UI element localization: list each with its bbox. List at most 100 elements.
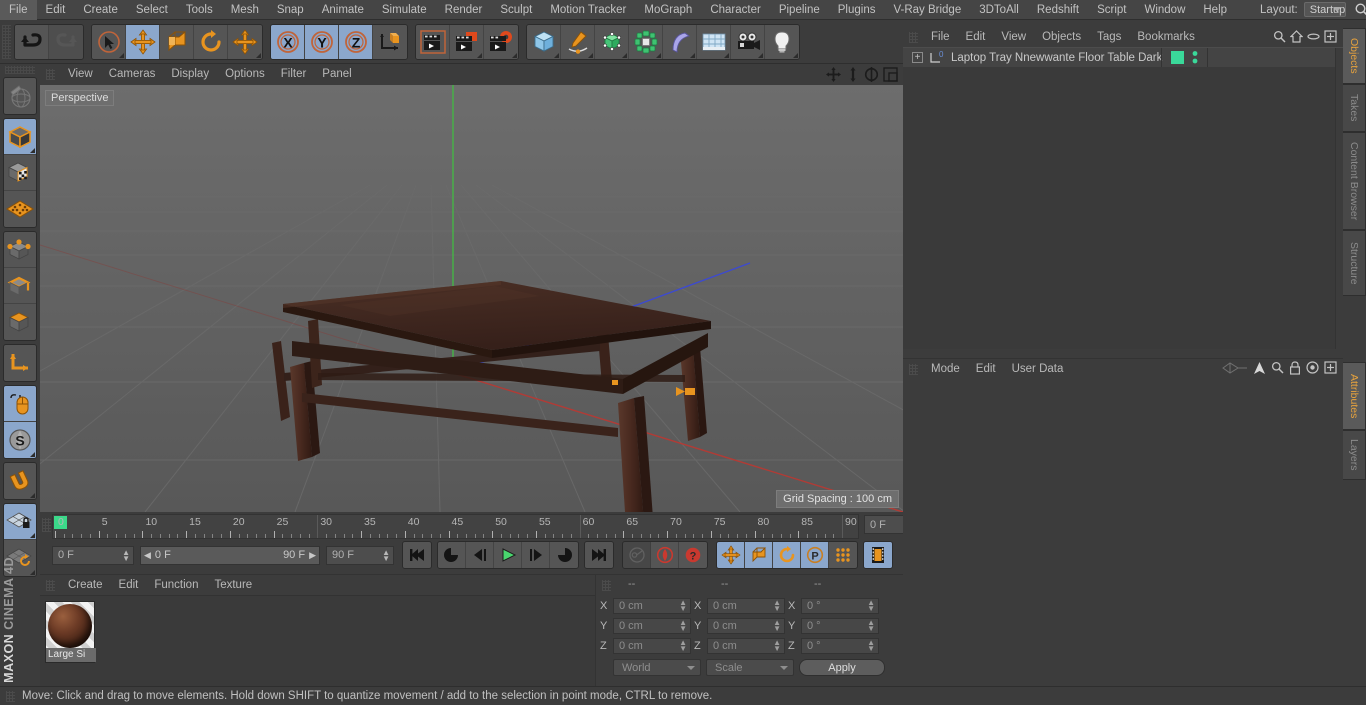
workplane-mode-button[interactable]	[4, 191, 36, 227]
viewport-grip[interactable]	[46, 69, 55, 80]
menu-item-motion-tracker[interactable]: Motion Tracker	[541, 0, 635, 20]
perspective-viewport[interactable]: Y Z X Perspective Grid Spacing : 100 cm	[40, 85, 903, 512]
record-scale-button[interactable]	[745, 542, 773, 568]
viewport-menu-filter[interactable]: Filter	[273, 64, 315, 85]
spinner-icon[interactable]: ▲▼	[867, 619, 875, 633]
tab-objects[interactable]: Objects	[1343, 28, 1366, 84]
record-parameter-button[interactable]	[829, 542, 857, 568]
render-settings-button[interactable]	[484, 24, 518, 59]
size-z-field[interactable]: 0 cm ▲ ▼	[707, 638, 785, 654]
keyframe-selection-button[interactable]: ?	[679, 542, 707, 568]
object-menu-bookmarks[interactable]: Bookmarks	[1129, 28, 1203, 47]
timeline-grip[interactable]	[42, 518, 51, 532]
lock-x-axis[interactable]: X	[271, 24, 305, 59]
object-menu-objects[interactable]: Objects	[1034, 28, 1089, 47]
spinner-icon[interactable]: ▲▼	[867, 599, 875, 613]
step-back-button[interactable]	[466, 542, 494, 568]
play-button[interactable]	[494, 542, 522, 568]
menu-item-plugins[interactable]: Plugins	[829, 0, 885, 20]
viewport-menu-view[interactable]: View	[60, 64, 101, 85]
dolly-view-icon[interactable]	[844, 66, 861, 83]
render-view-button[interactable]	[416, 24, 450, 59]
add-deformer-button[interactable]	[663, 24, 697, 59]
search-icon[interactable]	[1271, 361, 1284, 377]
object-visibility-dots[interactable]	[1191, 50, 1199, 68]
object-tag-swatch[interactable]	[1171, 51, 1184, 64]
material-grip[interactable]	[46, 579, 55, 591]
spinner-icon[interactable]: ▲▼	[773, 599, 781, 613]
menu-item-character[interactable]: Character	[701, 0, 770, 20]
object-tree-scrollbar[interactable]	[1335, 48, 1343, 349]
transform-mode-select[interactable]: Scale	[706, 659, 794, 676]
material-menu-texture[interactable]: Texture	[206, 575, 260, 595]
new-window-icon[interactable]	[1324, 361, 1337, 377]
menu-item-file[interactable]: File	[0, 0, 37, 20]
tab-attributes[interactable]: Attributes	[1343, 362, 1366, 430]
add-environment-button[interactable]	[697, 24, 731, 59]
object-menu-edit[interactable]: Edit	[958, 28, 994, 47]
tab-structure[interactable]: Structure	[1343, 230, 1366, 296]
redo-button[interactable]	[49, 24, 83, 59]
home-icon[interactable]	[1289, 29, 1304, 46]
lock-z-axis[interactable]: Z	[339, 24, 373, 59]
history-wave-icon[interactable]	[1222, 361, 1248, 378]
go-to-next-keyframe-button[interactable]	[550, 542, 578, 568]
coordinate-system-select[interactable]: World	[613, 659, 701, 676]
menu-item-edit[interactable]: Edit	[37, 0, 75, 20]
add-cube-button[interactable]	[527, 24, 561, 59]
texture-mode-button[interactable]	[4, 155, 36, 191]
go-to-previous-keyframe-button[interactable]	[438, 542, 466, 568]
slider-left-arrow-icon[interactable]: ◀	[144, 550, 151, 561]
pin-arrow-icon[interactable]	[1253, 361, 1266, 378]
rotation-p-field[interactable]: 0 ° ▲ ▼	[801, 618, 879, 634]
menu-item-sculpt[interactable]: Sculpt	[491, 0, 541, 20]
spinner-icon[interactable]: ▲▼	[867, 639, 875, 653]
spinner-icon[interactable]: ▲▼	[382, 548, 390, 562]
menu-item-help[interactable]: Help	[1194, 0, 1236, 20]
position-z-field[interactable]: 0 cm ▲ ▼	[613, 638, 691, 654]
search-icon[interactable]	[1273, 30, 1286, 46]
rotation-h-field[interactable]: 0 ° ▲ ▼	[801, 598, 879, 614]
undo-button[interactable]	[15, 24, 49, 59]
object-row[interactable]: + 0 Laptop Tray Nnewwante Floor Table Da…	[903, 48, 1343, 67]
object-manager-grip[interactable]	[909, 32, 918, 43]
make-editable-button[interactable]	[4, 78, 36, 114]
spinner-icon[interactable]: ▲▼	[679, 599, 687, 613]
add-spline-button[interactable]	[561, 24, 595, 59]
points-mode-button[interactable]	[4, 232, 36, 268]
material-menu-create[interactable]: Create	[60, 575, 111, 595]
viewport-menu-panel[interactable]: Panel	[314, 64, 359, 85]
size-x-field[interactable]: 0 cm ▲ ▼	[707, 598, 785, 614]
dynamic-place-tool[interactable]	[228, 24, 262, 59]
menu-item-pipeline[interactable]: Pipeline	[770, 0, 829, 20]
apply-button[interactable]: Apply	[799, 659, 885, 676]
ellipse-icon[interactable]	[1307, 30, 1320, 46]
spinner-icon[interactable]: ▲▼	[679, 619, 687, 633]
go-to-start-button[interactable]	[403, 542, 431, 568]
menu-item-vray-bridge[interactable]: V-Ray Bridge	[884, 0, 970, 20]
object-menu-tags[interactable]: Tags	[1089, 28, 1129, 47]
world-coordinates-button[interactable]: S	[4, 422, 36, 458]
snap-magnet-button[interactable]	[4, 463, 36, 499]
object-menu-file[interactable]: File	[923, 28, 958, 47]
menu-item-redshift[interactable]: Redshift	[1028, 0, 1088, 20]
attribute-menu-edit[interactable]: Edit	[968, 359, 1004, 379]
viewport-menu-display[interactable]: Display	[163, 64, 217, 85]
timeline-ruler[interactable]: 0 5 10 15 20 25 30 35 40 45 50 55 60 65 70 75 80 85 90	[52, 514, 859, 539]
render-region-button[interactable]	[450, 24, 484, 59]
position-x-field[interactable]: 0 cm ▲ ▼	[613, 598, 691, 614]
move-tool[interactable]	[126, 24, 160, 59]
live-selection-tool[interactable]	[92, 24, 126, 59]
viewport-menu-cameras[interactable]: Cameras	[101, 64, 164, 85]
size-y-field[interactable]: 0 cm ▲ ▼	[707, 618, 785, 634]
tab-layers[interactable]: Layers	[1343, 430, 1366, 480]
object-tree[interactable]: + 0 Laptop Tray Nnewwante Floor Table Da…	[903, 47, 1343, 349]
menu-item-snap[interactable]: Snap	[268, 0, 313, 20]
record-rotation-button[interactable]	[773, 542, 801, 568]
lock-workplane-button[interactable]	[4, 504, 36, 540]
end-frame-field[interactable]: 90 F ▲ ▼	[326, 545, 394, 565]
step-forward-button[interactable]	[522, 542, 550, 568]
search-icon[interactable]	[1354, 2, 1366, 18]
menu-item-simulate[interactable]: Simulate	[373, 0, 436, 20]
add-camera-button[interactable]	[731, 24, 765, 59]
